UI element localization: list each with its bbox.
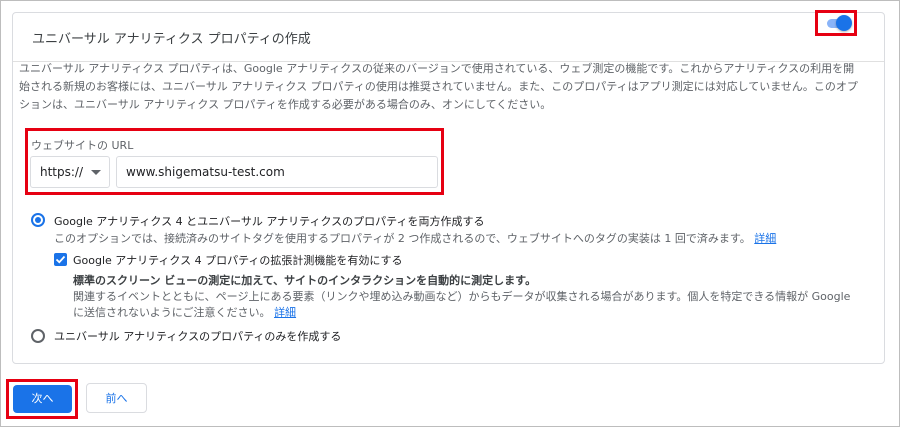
next-button[interactable]: 次へ [13,385,72,413]
back-button[interactable]: 前へ [86,383,147,413]
ua-property-toggle[interactable] [827,15,853,31]
option-both-subtitle-text: このオプションでは、接続済みのサイトタグを使用するプロパティが 2 つ作成される… [54,232,751,245]
protocol-select[interactable]: https:// [30,156,110,188]
toggle-knob [836,15,852,31]
chevron-down-icon [91,170,101,175]
enhanced-measurement-label[interactable]: Google アナリティクス 4 プロパティの拡張計測機能を有効にする [73,252,403,268]
enhanced-details-link[interactable]: 詳細 [274,306,296,319]
enhanced-measurement-checkbox[interactable] [54,253,67,266]
card-header: ユニバーサル アナリティクス プロパティの作成 [13,13,884,62]
protocol-value: https:// [40,165,84,179]
option-both-subtitle: このオプションでは、接続済みのサイトタグを使用するプロパティが 2 つ作成される… [54,230,776,246]
radio-ua-only[interactable] [31,329,45,343]
option-ua-only-title[interactable]: ユニバーサル アナリティクスのプロパティのみを作成する [54,328,341,344]
card-description: ユニバーサル アナリティクス プロパティは、Google アナリティクスの従来の… [19,62,858,111]
enhanced-measurement-summary: 標準のスクリーン ビューの測定に加えて、サイトのインタラクションを自動的に測定し… [73,274,537,287]
radio-create-both[interactable] [31,213,45,227]
website-url-input[interactable] [116,156,438,188]
checkmark-icon [55,255,66,264]
option-both-title[interactable]: Google アナリティクス 4 とユニバーサル アナリティクスのプロパティを両… [54,213,484,229]
website-url-label: ウェブサイトの URL [31,139,134,152]
enhanced-measurement-description-text: 関連するイベントとともに、ページ上にある要素（リンクや埋め込み動画など）からもデ… [73,290,851,319]
option-both-details-link[interactable]: 詳細 [754,232,776,245]
enhanced-measurement-description: 関連するイベントとともに、ページ上にある要素（リンクや埋め込み動画など）からもデ… [73,289,863,321]
card-title: ユニバーサル アナリティクス プロパティの作成 [32,32,311,47]
